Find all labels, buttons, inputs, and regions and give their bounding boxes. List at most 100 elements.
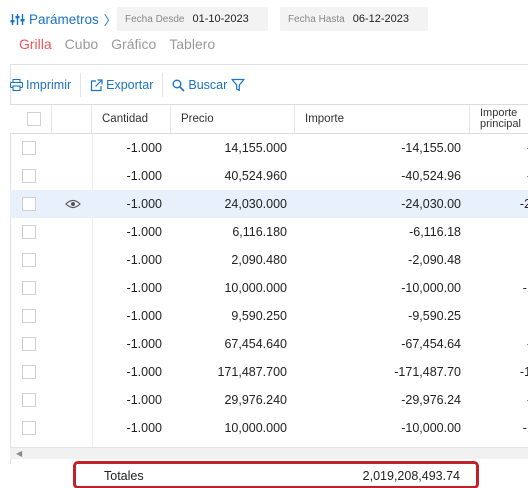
cell-precio: 6,116.180: [232, 225, 287, 239]
cell-importe: -9,590.25: [408, 309, 461, 323]
table-row[interactable]: -1.000 6,116.180 -6,116.18: [10, 218, 528, 246]
cell-precio: 29,976.240: [224, 393, 287, 407]
table-row[interactable]: -1.000 14,155.000 -14,155.00 -1: [10, 134, 528, 162]
totals-row: Totales 2,019,208,493.74: [73, 461, 479, 488]
cell-importe-principal: [470, 218, 528, 246]
cell-importe: -10,000.00: [401, 281, 461, 295]
column-header-cantidad[interactable]: Cantidad: [92, 105, 171, 133]
date-from-field[interactable]: Fecha Desde 01-10-2023: [117, 7, 268, 31]
date-from-value: 01-10-2023: [192, 13, 249, 25]
eye-icon[interactable]: [65, 199, 81, 209]
cell-cantidad: -1.000: [126, 141, 162, 155]
table-row[interactable]: -1.000 2,090.480 -2,090.48-: [10, 246, 528, 274]
table-row[interactable]: -1.000 10,000.000 -10,000.00 -1(: [10, 414, 528, 442]
cell-precio: 40,524.960: [224, 169, 287, 183]
cell-cantidad: -1.000: [126, 281, 162, 295]
row-checkbox[interactable]: [22, 393, 36, 407]
row-checkbox[interactable]: [22, 141, 36, 155]
cell-cantidad: -1.000: [126, 309, 162, 323]
table-row[interactable]: -1.000 9,590.250 -9,590.25-: [10, 302, 528, 330]
cell-cantidad: -1.000: [126, 365, 162, 379]
toolbar-divider: [80, 73, 82, 97]
row-checkbox[interactable]: [22, 309, 36, 323]
cell-importe: -40,524.96: [401, 169, 461, 183]
date-to-field[interactable]: Fecha Hasta 06-12-2023: [280, 7, 428, 31]
table-row[interactable]: -1.000 171,487.700 -171,487.70 -17: [10, 358, 528, 386]
search-icon: [172, 79, 185, 92]
scroll-left-icon[interactable]: ◀: [16, 449, 22, 458]
cell-precio: 14,155.000: [224, 141, 287, 155]
parameters-toggle[interactable]: Parámetros 〉: [10, 10, 117, 29]
table-row[interactable]: -1.000 10,000.000 -10,000.00 -1(: [10, 274, 528, 302]
cell-importe: -171,487.70: [394, 365, 461, 379]
cell-importe-principal: -4: [470, 162, 528, 190]
cell-importe-principal: -1(: [522, 421, 528, 435]
cell-importe: -14,155.00: [401, 141, 461, 155]
toolbar-divider: [162, 73, 164, 97]
search-label: Buscar: [188, 78, 228, 92]
cell-importe-principal: -17: [519, 365, 528, 379]
cell-importe: -6,116.18: [409, 225, 461, 239]
grid-header: Cantidad Precio Importe Importe principa…: [10, 104, 528, 134]
row-checkbox[interactable]: [22, 169, 36, 183]
header-view-cell: [52, 105, 92, 133]
cell-cantidad: -1.000: [126, 337, 162, 351]
cell-importe-principal: -6: [470, 330, 528, 358]
tab-grafico[interactable]: Gráfico: [111, 36, 156, 52]
export-label: Exportar: [106, 78, 154, 92]
table-row[interactable]: -1.000 29,976.240 -29,976.24 -2: [10, 386, 528, 414]
cell-precio: 10,000.000: [224, 281, 287, 295]
date-to-label: Fecha Hasta: [288, 13, 345, 25]
table-row[interactable]: -1.000 24,030.000 -24,030.00 -24: [10, 190, 528, 218]
table-row[interactable]: -1.000 67,454.640 -67,454.64 -6: [10, 330, 528, 358]
cell-precio: 67,454.640: [224, 337, 287, 351]
column-header-importe[interactable]: Importe: [295, 105, 470, 133]
row-checkbox[interactable]: [22, 253, 36, 267]
horizontal-scrollbar[interactable]: ◀: [10, 447, 528, 459]
totals-value: 2,019,208,493.74: [362, 469, 460, 483]
search-button[interactable]: Buscar: [172, 78, 227, 92]
date-to-value: 06-12-2023: [352, 13, 409, 25]
cell-importe-principal: -1(: [522, 281, 528, 295]
date-from-label: Fecha Desde: [125, 13, 185, 25]
cell-importe-principal: -2: [470, 386, 528, 414]
print-button[interactable]: Imprimir: [10, 78, 71, 92]
cell-precio: 10,000.000: [224, 421, 287, 435]
cell-importe-principal: -24: [519, 197, 528, 211]
cell-importe-principal: -1: [470, 134, 528, 162]
row-checkbox[interactable]: [22, 197, 36, 211]
cell-importe: -24,030.00: [401, 197, 461, 211]
column-header-importe-principal[interactable]: Importe principal: [470, 105, 528, 133]
view-tabs: Grilla Cubo Gráfico Tablero: [19, 36, 228, 52]
top-bar: Parámetros 〉: [10, 8, 117, 30]
tab-grilla[interactable]: Grilla: [19, 36, 52, 52]
cell-cantidad: -1.000: [126, 169, 162, 183]
row-checkbox[interactable]: [22, 225, 36, 239]
grid-body: -1.000 14,155.000 -14,155.00 -1 -1.000 40,524…: [10, 134, 528, 442]
cell-precio: 24,030.000: [224, 197, 287, 211]
select-all-checkbox[interactable]: [27, 112, 41, 126]
cell-importe: -29,976.24: [401, 393, 461, 407]
column-header-precio[interactable]: Precio: [171, 105, 295, 133]
chevron-right-icon: 〉: [103, 12, 117, 28]
tab-cubo[interactable]: Cubo: [65, 36, 98, 52]
row-checkbox[interactable]: [22, 365, 36, 379]
row-checkbox[interactable]: [22, 337, 36, 351]
filter-button[interactable]: [231, 78, 245, 92]
cell-importe: -10,000.00: [401, 421, 461, 435]
cell-precio: 171,487.700: [217, 365, 287, 379]
header-select-cell: [10, 105, 52, 133]
cell-cantidad: -1.000: [126, 253, 162, 267]
table-row[interactable]: -1.000 40,524.960 -40,524.96 -4: [10, 162, 528, 190]
export-button[interactable]: Exportar: [90, 78, 153, 92]
cell-importe: -2,090.48: [408, 253, 461, 267]
external-link-icon: [91, 78, 103, 91]
cell-importe-principal: -: [470, 246, 528, 274]
cell-cantidad: -1.000: [126, 393, 162, 407]
row-checkbox[interactable]: [22, 281, 36, 295]
print-label: Imprimir: [26, 78, 72, 92]
row-checkbox[interactable]: [22, 421, 36, 435]
parameters-label: Parámetros: [29, 11, 99, 27]
tab-tablero[interactable]: Tablero: [169, 36, 215, 52]
cell-importe: -67,454.64: [401, 337, 461, 351]
